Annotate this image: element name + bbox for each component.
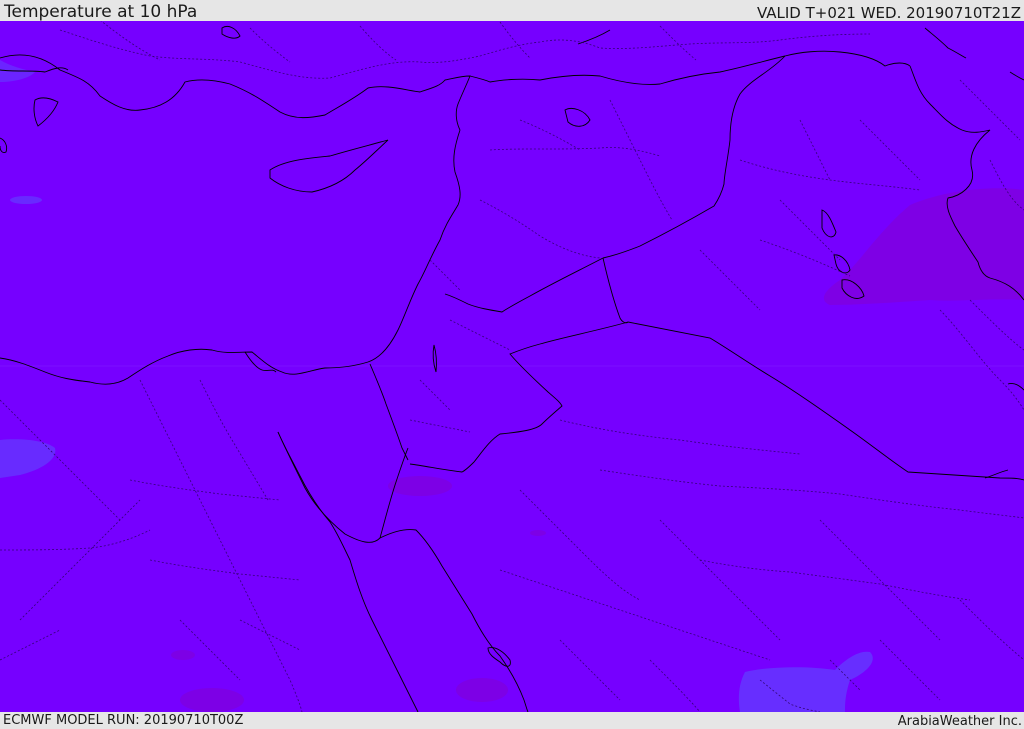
credit: ArabiaWeather Inc. — [897, 714, 1022, 729]
header-bar: Temperature at 10 hPa VALID T+021 WED. 2… — [0, 0, 1024, 21]
weather-map — [0, 21, 1024, 712]
warm-patch-south-3 — [456, 678, 508, 702]
warm-patch-sinai — [388, 476, 452, 496]
map-canvas — [0, 21, 1024, 712]
cool-patch-mediterranean — [10, 196, 42, 204]
warm-patch-south-2 — [180, 688, 244, 712]
map-title: Temperature at 10 hPa — [4, 2, 198, 22]
footer-bar: ECMWF MODEL RUN: 20190710T00Z ArabiaWeat… — [0, 712, 1024, 729]
temperature-field — [0, 21, 1024, 712]
valid-time: VALID T+021 WED. 20190710T21Z — [756, 4, 1021, 22]
warm-patch-arabia — [530, 530, 546, 536]
map-frame: Temperature at 10 hPa VALID T+021 WED. 2… — [0, 0, 1024, 729]
model-run: ECMWF MODEL RUN: 20190710T00Z — [3, 713, 244, 728]
warm-patch-south-1 — [171, 650, 195, 660]
